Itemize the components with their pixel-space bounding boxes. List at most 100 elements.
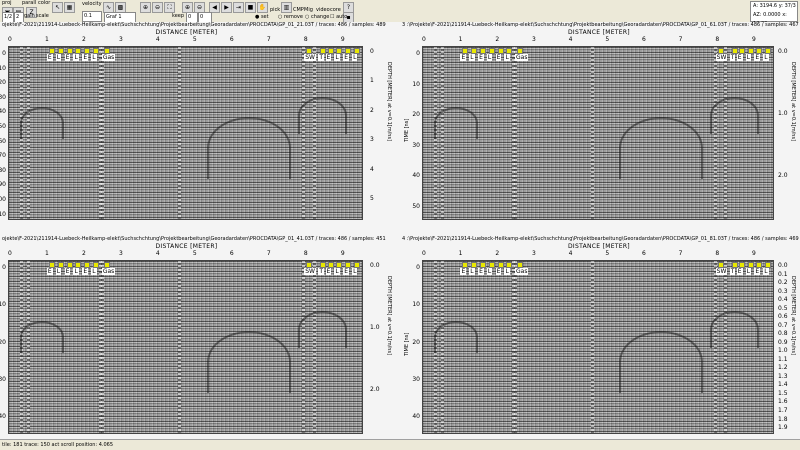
x-tick-label: 2: [495, 250, 500, 257]
scale-label: scale: [36, 13, 49, 19]
panel-title: ojekte\F-2021\211914-Luebeck-Heilkamp-el…: [2, 22, 386, 28]
y-tick-right: 1.1: [778, 355, 788, 363]
marker-label: E: [64, 54, 71, 61]
marker-label: E: [82, 54, 89, 61]
coord-y: y: 37/3: [778, 3, 796, 9]
y-tick-left: 40: [0, 108, 6, 116]
marker-label: L: [91, 54, 97, 61]
stop-icon[interactable]: ■: [245, 2, 256, 13]
velocity-label: velocity: [82, 1, 102, 7]
y-tick-right: 0: [370, 48, 374, 55]
x-tick-label: 3: [532, 250, 536, 257]
x-tick-label: 8: [715, 36, 720, 43]
radargram-panel-1[interactable]: ojekte\F-2021\211914-Luebeck-Heilkamp-el…: [0, 22, 400, 236]
marker-label: L: [504, 54, 510, 61]
grid-icon[interactable]: ▦: [64, 2, 75, 13]
trace-stripe: [591, 47, 594, 219]
trace-stripe: [591, 261, 594, 433]
y-axis-label-left: TIME [ns]: [404, 332, 410, 356]
y-tick-left: 40: [0, 413, 6, 421]
marker-label: L: [352, 268, 358, 275]
marker-label: E: [754, 54, 761, 61]
radargram-plot[interactable]: [422, 46, 774, 220]
marker-label: L: [745, 268, 751, 275]
y-tick-right: 0.3: [778, 287, 788, 295]
cmp-button[interactable]: CMP: [293, 7, 304, 14]
reflection-hyperbola: [433, 321, 478, 353]
marker-label: L: [91, 268, 97, 275]
y-tick-left: 50: [412, 202, 420, 210]
radargram-plot[interactable]: [8, 46, 363, 220]
y-tick-right: 2.0: [778, 172, 788, 180]
x-tick-label: 3: [118, 36, 123, 43]
panel-title: 4 :\Projekte\F-2021\211914-Luebeck-Heilk…: [402, 236, 799, 242]
zoom-x-icon[interactable]: ⊕: [182, 2, 193, 13]
marker-label: E: [82, 268, 89, 275]
cursor-icon[interactable]: ↖: [52, 2, 63, 13]
y-tick-right: 0.4: [778, 296, 788, 304]
toolbar: proj parall color ▣ ▤ Z 1/2 2 gain scale…: [0, 0, 800, 27]
marker-label: E: [495, 268, 502, 275]
trace-stripe: [100, 261, 104, 433]
x-tick-label: 7: [266, 36, 271, 43]
chart-icon[interactable]: ▥: [281, 2, 292, 13]
velocity-field[interactable]: 0.1: [82, 11, 102, 22]
x-tick-label: 5: [605, 250, 610, 257]
marker-label: T: [318, 54, 325, 61]
x-tick-label: 0: [8, 250, 12, 257]
opt-set[interactable]: ● set: [255, 14, 269, 21]
marker-label: SW: [715, 268, 728, 275]
radargram-panel-4[interactable]: 4 :\Projekte\F-2021\211914-Luebeck-Heilk…: [400, 236, 800, 450]
y-tick-right: 0.8: [778, 330, 788, 338]
pick-button[interactable]: pick: [270, 7, 280, 14]
radargram-plot[interactable]: [422, 260, 774, 434]
y-tick-right: 1.0: [778, 110, 788, 118]
y-tick-left: 30: [0, 376, 6, 383]
y-tick-right: 1.3: [778, 372, 788, 380]
opt-remove[interactable]: ○ remove: [278, 14, 303, 21]
x-tick-label: 7: [678, 250, 683, 257]
marker-label: E: [736, 268, 743, 275]
trace-stripe: [514, 47, 517, 219]
y-tick-right: 0.7: [778, 321, 788, 329]
arrow-right-icon[interactable]: ▶: [221, 2, 232, 13]
gain-label: gain: [24, 13, 35, 19]
radargram-plot[interactable]: [8, 260, 363, 434]
y-tick-right: 2.0: [370, 386, 380, 394]
hand-icon[interactable]: ✋: [257, 2, 268, 13]
fit-icon[interactable]: ⛶: [164, 2, 175, 13]
marker-label: L: [352, 54, 358, 61]
coordinate-readout: A: 3194.6 y: 37/3 AZ: 0.0000 x: 14.00: [750, 1, 798, 27]
marker-label: E: [754, 268, 761, 275]
marker-label: E: [460, 54, 467, 61]
y-tick-left: 0: [2, 264, 6, 271]
marker-label: T: [729, 268, 736, 275]
y-tick-right: 1.4: [778, 381, 788, 389]
opt-auto[interactable]: ☐ auto: [330, 14, 347, 21]
marker-label: L: [763, 54, 769, 61]
x-tick-label: 1: [458, 36, 463, 43]
marker-label: E: [478, 54, 484, 61]
opt-change[interactable]: ○ change: [305, 14, 329, 21]
radargram-panel-3[interactable]: ojekte\F-2021\211914-Luebeck-Heilkamp-el…: [0, 236, 400, 450]
marker-label: E: [343, 268, 350, 275]
marker-label: E: [460, 268, 467, 275]
marker-label: T: [729, 54, 736, 61]
migration-button[interactable]: Mig: [304, 7, 313, 14]
y-tick-left: 90: [0, 181, 6, 189]
zoom-out-icon[interactable]: ⊖: [152, 2, 163, 13]
y-tick-right: 0.6: [778, 313, 788, 321]
trace-stripe: [514, 261, 517, 433]
y-tick-left: 0: [2, 50, 6, 57]
export-icon[interactable]: ⇥: [233, 2, 244, 13]
core-button[interactable]: core: [330, 7, 341, 14]
zoom-in-icon[interactable]: ⊕: [140, 2, 151, 13]
reflection-hyperbola: [206, 117, 291, 179]
y-tick-right: 1.0: [370, 324, 380, 332]
x-tick-label: 4: [568, 36, 573, 43]
video-button[interactable]: video: [316, 7, 330, 14]
radargram-panel-2[interactable]: 3 :\Projekte\F-2021\211914-Luebeck-Heilk…: [400, 22, 800, 236]
y-tick-left: 30: [412, 141, 420, 149]
marker-label: SW: [715, 54, 728, 61]
depth-axis-label: DEPTH [METER] at v=0.1[m/ns]: [790, 62, 796, 142]
